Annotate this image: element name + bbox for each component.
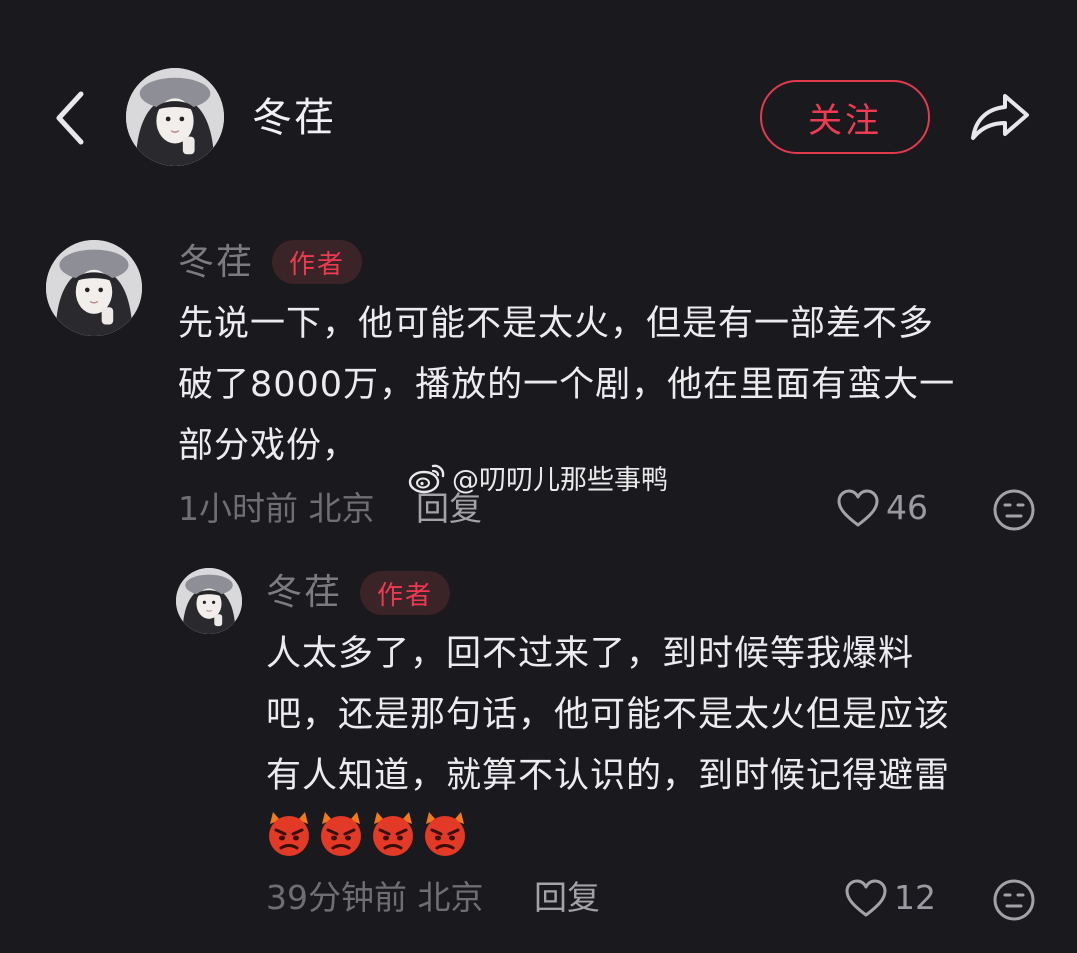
reaction-button[interactable] [992,488,1036,536]
emoji-row [264,808,470,858]
comment-time-location: 1小时前 北京 [178,489,375,528]
comment-time-location: 39分钟前 北京 [266,878,484,917]
like-button[interactable]: 46 [836,488,928,528]
angry-devil-emoji-icon [373,812,413,856]
author-badge: 作者 [272,240,362,284]
author-avatar[interactable] [126,68,224,166]
watermark: @叨叨儿那些事鸭 [408,458,668,497]
follow-button[interactable]: 关注 [760,80,930,154]
comment-text: 先说一下，他可能不是太火，但是有一部差不多 破了8000万，播放的一个剧，他在里… [178,304,956,466]
share-button[interactable] [964,86,1036,148]
angry-devil-emoji-icon [321,812,361,856]
comment-text: 人太多了，回不过来了，到时候等我爆料 吧，还是那句话，他可能不是太火但是应该 有… [266,634,951,796]
reply-button[interactable]: 回复 [534,878,600,918]
heart-icon [837,489,879,527]
comment-author-name[interactable]: 冬荏 [266,570,342,616]
like-count: 12 [894,878,936,917]
author-badge: 作者 [360,571,450,615]
back-chevron-icon [56,91,84,145]
author-name[interactable]: 冬荏 [252,92,336,144]
avatar-image [46,240,142,336]
like-button[interactable]: 12 [844,878,936,918]
weibo-logo-icon [408,464,445,493]
back-button[interactable] [44,86,96,150]
reaction-button[interactable] [992,878,1036,926]
neutral-face-icon [993,879,1035,921]
neutral-face-icon [993,489,1035,531]
share-arrow-icon [971,94,1029,140]
angry-devil-emoji-icon [269,812,309,856]
comment-avatar[interactable] [176,568,242,634]
avatar-image [176,568,242,634]
avatar-image [126,68,224,166]
heart-icon [845,879,887,917]
comment-avatar[interactable] [46,240,142,336]
watermark-text: @叨叨儿那些事鸭 [452,465,668,496]
angry-devil-emoji-icon [425,812,465,856]
like-count: 46 [886,488,928,527]
comment-author-name[interactable]: 冬荏 [178,240,254,286]
